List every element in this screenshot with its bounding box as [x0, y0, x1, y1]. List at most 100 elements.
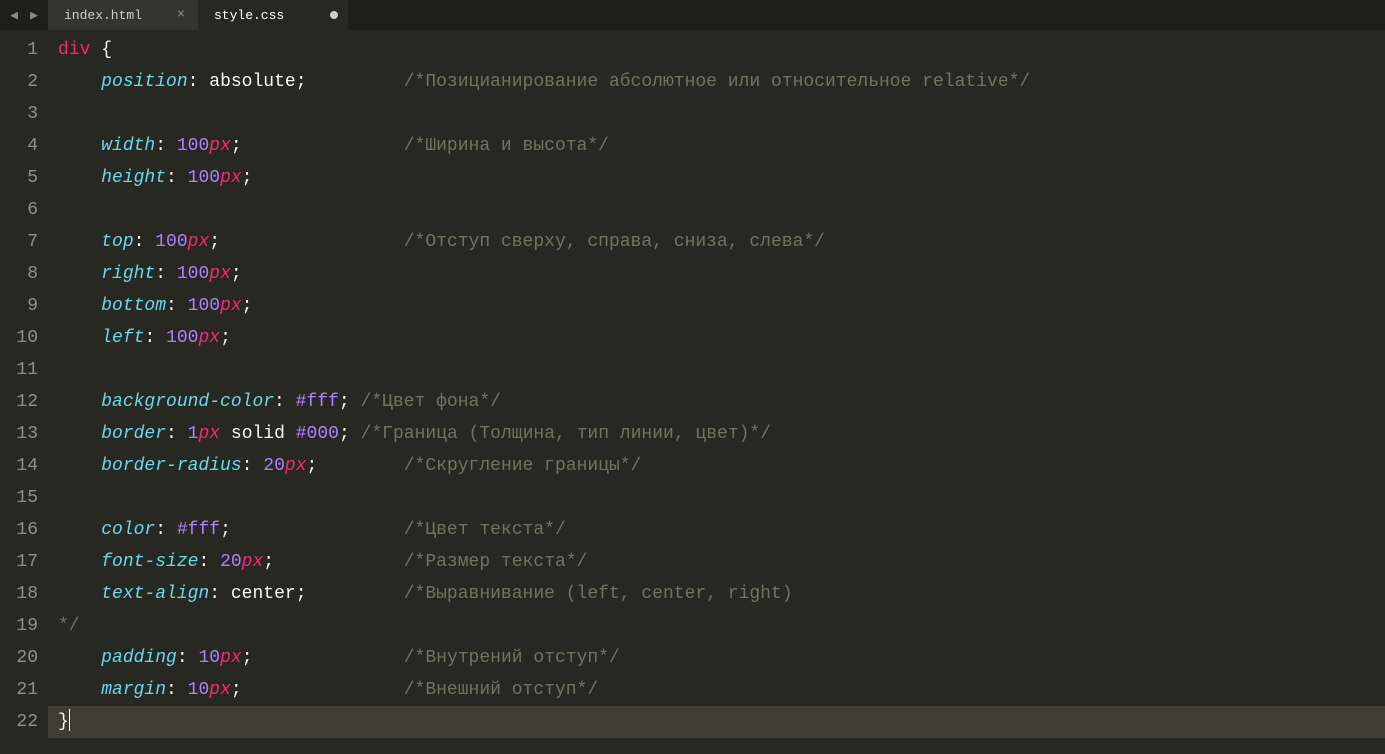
token-prop: padding [101, 648, 177, 668]
token-comment: /*Внутрений отступ*/ [404, 648, 620, 668]
token-comment: /*Позицианирование абсолютное или относи… [404, 72, 1031, 92]
line-number: 11 [0, 354, 48, 386]
token-unit: px [285, 456, 307, 476]
code-line[interactable]: position: absolute; /*Позицианирование а… [48, 66, 1385, 98]
tab-index-html[interactable]: index.html× [48, 0, 198, 30]
token-punct: ; [296, 72, 307, 92]
tab-bar: ◀ ▶ index.html× style.css [0, 0, 1385, 30]
token-punct: : [155, 264, 166, 284]
code-line[interactable]: left: 100px; [48, 322, 1385, 354]
close-icon[interactable]: × [174, 7, 188, 23]
code-line[interactable]: height: 100px; [48, 162, 1385, 194]
token-space [285, 392, 296, 412]
token-punct: } [58, 712, 69, 732]
token-space [90, 40, 101, 60]
arrow-right-icon[interactable]: ▶ [26, 8, 42, 23]
tab-nav-arrows: ◀ ▶ [0, 0, 48, 30]
line-number: 9 [0, 290, 48, 322]
code-line[interactable] [48, 194, 1385, 226]
token-prop: text-align [101, 584, 209, 604]
line-number: 5 [0, 162, 48, 194]
token-prop: right [101, 264, 155, 284]
line-number-gutter: 12345678910111213141516171819202122 [0, 30, 48, 754]
line-number: 1 [0, 34, 48, 66]
code-line[interactable]: top: 100px; /*Отступ сверху, справа, сни… [48, 226, 1385, 258]
token-comment: /*Внешний отступ*/ [404, 680, 598, 700]
token-punct: ; [231, 136, 242, 156]
code-line[interactable]: bottom: 100px; [48, 290, 1385, 322]
token-num: #000 [296, 424, 339, 444]
token-punct: : [155, 520, 166, 540]
token-comment: /*Размер текста*/ [404, 552, 588, 572]
token-space [252, 456, 263, 476]
token-num: 100 [188, 296, 220, 316]
token-punct: ; [307, 456, 318, 476]
token-punct: : [209, 584, 220, 604]
token-punct: ; [339, 424, 350, 444]
token-space [188, 648, 199, 668]
code-line[interactable]: font-size: 20px; /*Размер текста*/ [48, 546, 1385, 578]
token-space [166, 136, 177, 156]
code-line[interactable]: background-color: #fff; /*Цвет фона*/ [48, 386, 1385, 418]
token-space [166, 264, 177, 284]
token-punct: ; [242, 168, 253, 188]
line-number: 3 [0, 98, 48, 130]
token-punct: : [166, 296, 177, 316]
token-prop: position [101, 72, 187, 92]
code-content[interactable]: div { position: absolute; /*Позицианиров… [48, 30, 1385, 754]
token-punct: ; [231, 680, 242, 700]
token-punct: ; [220, 328, 231, 348]
token-punct: : [274, 392, 285, 412]
code-line[interactable] [48, 482, 1385, 514]
code-line[interactable] [48, 98, 1385, 130]
code-line[interactable]: margin: 10px; /*Внешний отступ*/ [48, 674, 1385, 706]
token-prop: height [101, 168, 166, 188]
token-punct: { [101, 40, 112, 60]
code-line[interactable]: border-radius: 20px; /*Скругление границ… [48, 450, 1385, 482]
token-comment: /*Граница (Толщина, тип линии, цвет)*/ [361, 424, 771, 444]
code-line[interactable] [48, 354, 1385, 386]
code-line[interactable]: border: 1px solid #000; /*Граница (Толщи… [48, 418, 1385, 450]
token-unit: px [188, 232, 210, 252]
code-editor[interactable]: 12345678910111213141516171819202122 div … [0, 30, 1385, 754]
token-num: 100 [155, 232, 187, 252]
token-unit: px [220, 648, 242, 668]
line-number: 2 [0, 66, 48, 98]
code-line[interactable]: right: 100px; [48, 258, 1385, 290]
code-line[interactable]: text-align: center; /*Выравнивание (left… [48, 578, 1385, 610]
arrow-left-icon[interactable]: ◀ [6, 8, 22, 23]
token-val: solid [231, 424, 285, 444]
line-number: 13 [0, 418, 48, 450]
token-num: 10 [198, 648, 220, 668]
token-num: 20 [220, 552, 242, 572]
token-space [177, 424, 188, 444]
token-punct: : [242, 456, 253, 476]
token-comment: /*Отступ сверху, справа, сниза, слева*/ [404, 232, 825, 252]
line-number: 20 [0, 642, 48, 674]
tab-label: style.css [214, 8, 320, 23]
dirty-indicator-icon [330, 11, 338, 19]
token-space [177, 296, 188, 316]
token-punct: ; [220, 520, 231, 540]
token-num: 1 [188, 424, 199, 444]
token-prop: width [101, 136, 155, 156]
code-line[interactable]: padding: 10px; /*Внутрений отступ*/ [48, 642, 1385, 674]
token-num: 100 [177, 264, 209, 284]
code-line[interactable]: */ [48, 610, 1385, 642]
tab-style-css[interactable]: style.css [198, 0, 348, 30]
line-number: 12 [0, 386, 48, 418]
line-number: 8 [0, 258, 48, 290]
token-unit: px [220, 168, 242, 188]
code-line[interactable]: width: 100px; /*Ширина и высота*/ [48, 130, 1385, 162]
token-punct: ; [263, 552, 274, 572]
code-line[interactable]: } [48, 706, 1385, 738]
code-line[interactable]: div { [48, 34, 1385, 66]
token-punct: ; [242, 648, 253, 668]
code-line[interactable]: color: #fff; /*Цвет текста*/ [48, 514, 1385, 546]
token-punct: ; [339, 392, 350, 412]
token-space [220, 584, 231, 604]
token-num: #fff [296, 392, 339, 412]
token-num: 20 [263, 456, 285, 476]
token-comment: /*Скругление границы*/ [404, 456, 642, 476]
token-comment: /*Выравнивание (left, center, right) [404, 584, 793, 604]
